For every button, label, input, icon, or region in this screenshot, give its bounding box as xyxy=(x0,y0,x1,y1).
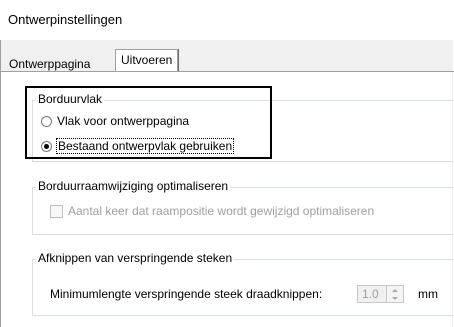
spin-down-icon[interactable] xyxy=(387,294,403,302)
tab-uitvoeren[interactable]: Uitvoeren xyxy=(115,49,179,73)
highlight-frame xyxy=(25,86,272,159)
hoop-change-option[interactable]: Aantal keer dat raampositie wordt gewijz… xyxy=(50,204,374,218)
hoop-change-checkbox[interactable] xyxy=(50,204,63,218)
jump-stitch-spinner[interactable] xyxy=(387,285,404,303)
jump-stitch-field-label: Minimumlengte verspringende steek draadk… xyxy=(50,287,323,301)
hoop-change-legend: Borduurraamwijziging optimaliseren xyxy=(36,179,231,193)
jump-stitch-unit: mm xyxy=(418,287,438,301)
window-title: Ontwerpinstellingen xyxy=(8,12,123,27)
hoop-change-checkbox-label: Aantal keer dat raampositie wordt gewijz… xyxy=(68,204,375,218)
jump-stitch-legend: Afknippen van verspringende steken xyxy=(36,251,235,265)
jump-stitch-value-input[interactable]: 1.0 xyxy=(357,285,387,303)
spin-up-icon[interactable] xyxy=(387,286,403,294)
